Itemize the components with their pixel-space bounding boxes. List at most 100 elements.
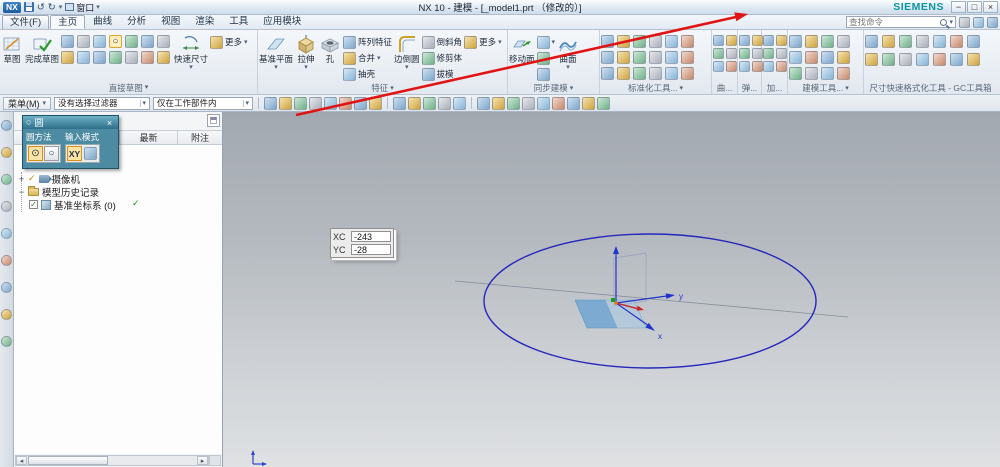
- tool-icon[interactable]: [821, 67, 834, 80]
- tree-item-cameras[interactable]: + ✓ 摄像机: [14, 172, 222, 186]
- group-label-spring[interactable]: 弹...: [738, 81, 761, 94]
- tree-item-model-history[interactable]: − 模型历史记录: [14, 185, 222, 199]
- more-feature-button[interactable]: 更多 ▾: [464, 34, 502, 50]
- tool-icon[interactable]: [789, 51, 802, 64]
- sketch-tool-icon[interactable]: [157, 51, 171, 64]
- tool-icon[interactable]: [899, 35, 912, 48]
- tool-icon[interactable]: [726, 35, 737, 46]
- tool-icon[interactable]: [617, 35, 630, 48]
- xc-input[interactable]: -243: [351, 231, 391, 242]
- window-menu[interactable]: 窗口 ▾: [65, 1, 100, 14]
- group-label-direct-sketch[interactable]: 直接草图 ▾: [0, 81, 257, 94]
- tool-icon[interactable]: [865, 35, 878, 48]
- sketch-button[interactable]: 草图: [1, 32, 23, 64]
- tool-icon[interactable]: [763, 61, 774, 72]
- tool-icon[interactable]: [601, 35, 614, 48]
- group-label-curve[interactable]: 曲...: [712, 81, 737, 94]
- undo-icon[interactable]: ↺: [37, 2, 45, 13]
- tool-icon[interactable]: [339, 96, 353, 110]
- tab-home[interactable]: 主页: [50, 15, 86, 29]
- tool-icon[interactable]: [492, 96, 506, 110]
- extrude-button[interactable]: 拉伸 ▾: [295, 32, 317, 71]
- column-note[interactable]: 附注: [178, 131, 222, 144]
- tool-icon[interactable]: [617, 67, 630, 80]
- close-button[interactable]: ×: [983, 1, 998, 13]
- tool-icon[interactable]: [649, 35, 662, 48]
- tool-icon[interactable]: [279, 96, 293, 110]
- tool-icon[interactable]: [713, 61, 724, 72]
- tab-tools[interactable]: 工具: [222, 15, 255, 29]
- group-label-modeling-tools[interactable]: 建模工具... ▾: [788, 82, 863, 94]
- unite-button[interactable]: 合并 ▾: [343, 50, 392, 66]
- line-tool-icon[interactable]: [77, 35, 91, 48]
- sketch-tool-icon[interactable]: [157, 35, 171, 48]
- dock-panel-icon[interactable]: [207, 114, 220, 127]
- tool-icon[interactable]: [837, 51, 850, 64]
- hole-button[interactable]: 孔: [319, 32, 341, 64]
- tool-icon[interactable]: [537, 96, 551, 110]
- scope-filter-dropdown[interactable]: 仅在工作部件内 ▾: [153, 96, 254, 110]
- tool-icon[interactable]: [967, 35, 980, 48]
- edge-blend-button[interactable]: 边倒圆 ▾: [394, 32, 420, 71]
- origin-point[interactable]: [614, 301, 618, 305]
- checkbox-icon[interactable]: ✓: [29, 200, 38, 209]
- tool-icon[interactable]: [713, 35, 724, 46]
- tool-icon[interactable]: [681, 67, 694, 80]
- collapse-icon[interactable]: −: [18, 187, 25, 197]
- tool-icon[interactable]: [393, 96, 407, 110]
- chamfer-button[interactable]: 倒斜角: [421, 34, 462, 50]
- tool-icon[interactable]: [776, 61, 787, 72]
- tool-icon[interactable]: [821, 35, 834, 48]
- tool-icon[interactable]: [726, 61, 737, 72]
- scrollbar-thumb[interactable]: [28, 456, 108, 465]
- scroll-left-button[interactable]: ◂: [16, 456, 27, 465]
- horizontal-scrollbar[interactable]: ◂ ▸: [15, 455, 209, 466]
- tool-icon[interactable]: [309, 96, 323, 110]
- sketch-tool-icon[interactable]: [77, 51, 91, 64]
- tool-icon[interactable]: [1, 147, 12, 158]
- command-search[interactable]: ▾: [846, 16, 956, 28]
- sketch-circle-curve[interactable]: [483, 233, 817, 369]
- tool-icon[interactable]: [821, 51, 834, 64]
- tool-icon[interactable]: [713, 48, 724, 59]
- quick-access-dropdown-icon[interactable]: ▾: [59, 4, 63, 11]
- tab-curve[interactable]: 曲线: [86, 15, 119, 29]
- tool-icon[interactable]: [967, 53, 980, 66]
- group-label-sync-modeling[interactable]: 同步建模 ▾: [508, 82, 599, 94]
- tool-icon[interactable]: [453, 96, 467, 110]
- tool-icon[interactable]: [681, 35, 694, 48]
- tool-icon[interactable]: [763, 48, 774, 59]
- sketch-tool-icon[interactable]: [125, 51, 139, 64]
- tool-icon[interactable]: [865, 53, 878, 66]
- sketch-tool-icon[interactable]: [125, 35, 139, 48]
- sketch-tool-icon[interactable]: [141, 51, 155, 64]
- sketch-tool-icon[interactable]: [141, 35, 155, 48]
- tool-icon[interactable]: [369, 96, 383, 110]
- tool-icon[interactable]: [438, 96, 452, 110]
- draft-button[interactable]: 拔模: [421, 66, 463, 82]
- circle-by-three-points-button[interactable]: ○: [44, 146, 59, 161]
- search-dropdown-icon[interactable]: ▾: [949, 19, 953, 26]
- tool-icon[interactable]: [601, 51, 614, 64]
- tool-icon[interactable]: [649, 51, 662, 64]
- tool-icon[interactable]: [805, 35, 818, 48]
- tool-icon[interactable]: [1, 201, 12, 212]
- help-icon[interactable]: [987, 16, 998, 28]
- graphics-window[interactable]: y x: [223, 112, 1000, 467]
- tool-icon[interactable]: [665, 35, 678, 48]
- tool-icon[interactable]: [950, 53, 963, 66]
- tool-icon[interactable]: [1, 309, 12, 320]
- group-label-add[interactable]: 加...: [762, 81, 787, 94]
- more-sync-button[interactable]: ▾: [536, 34, 555, 50]
- tool-icon[interactable]: [582, 96, 596, 110]
- tool-icon[interactable]: [739, 48, 750, 59]
- profile-tool-icon[interactable]: [61, 35, 75, 48]
- yc-input[interactable]: -28: [351, 244, 391, 255]
- tool-icon[interactable]: [899, 53, 912, 66]
- circle-by-center-button[interactable]: ⊙: [28, 146, 43, 161]
- tool-icon[interactable]: [567, 96, 581, 110]
- panel-resize-corner[interactable]: [209, 455, 221, 466]
- redo-icon[interactable]: ↻: [48, 2, 56, 13]
- tab-view[interactable]: 视图: [154, 15, 187, 29]
- tool-icon[interactable]: [633, 67, 646, 80]
